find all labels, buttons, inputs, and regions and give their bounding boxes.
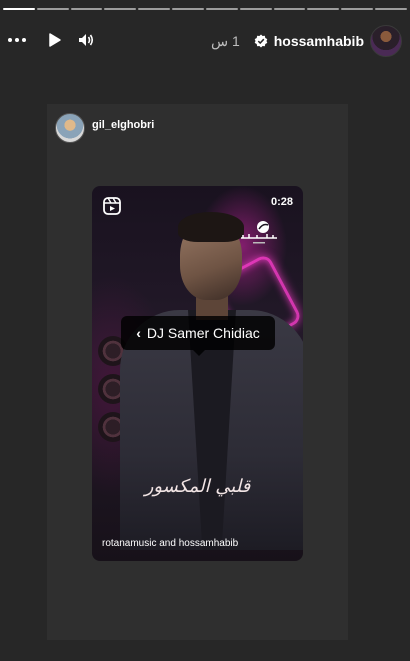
progress-segment <box>138 8 171 10</box>
author-avatar[interactable] <box>370 25 402 57</box>
progress-segment <box>273 8 306 10</box>
volume-button[interactable] <box>75 29 97 51</box>
progress-segment <box>341 8 374 10</box>
tagged-user: DJ Samer Chidiac <box>146 325 260 341</box>
rotana-logo-icon <box>241 221 277 244</box>
play-button[interactable] <box>43 29 65 51</box>
sharer-avatar[interactable] <box>55 113 85 143</box>
chevron-left-icon: ‹ <box>136 325 141 341</box>
sharer-row[interactable]: gil_elghobri <box>55 113 154 143</box>
user-tag[interactable]: ‹ DJ Samer Chidiac <box>121 316 275 356</box>
reel-credits: rotanamusic and hossamhabib <box>102 538 239 549</box>
progress-segment <box>3 8 35 10</box>
shared-post-card[interactable]: gil_elghobri 0:28 ‹ DJ Samer Chidiac قلب… <box>47 104 348 640</box>
progress-segment <box>205 8 238 10</box>
time-ago: 1 س <box>210 32 240 49</box>
more-options-button[interactable] <box>6 29 28 51</box>
progress-segment <box>104 8 137 10</box>
progress-segment <box>307 8 340 10</box>
verified-badge-icon <box>254 34 268 48</box>
volume-icon <box>79 34 94 46</box>
progress-segment <box>375 8 407 10</box>
progress-segment <box>239 8 272 10</box>
story-author: 1 س hossamhabib <box>211 24 402 58</box>
story-progress <box>3 8 407 11</box>
reel-preview[interactable]: 0:28 ‹ DJ Samer Chidiac قلبي المكسور rot… <box>92 186 303 561</box>
play-icon <box>49 33 61 47</box>
author-username[interactable]: hossamhabib <box>274 33 364 49</box>
reels-icon <box>103 197 121 215</box>
song-title: قلبي المكسور <box>144 476 251 497</box>
progress-segment <box>36 8 69 10</box>
sharer-username[interactable]: gil_elghobri <box>92 119 154 131</box>
progress-segment <box>70 8 103 10</box>
progress-segment <box>172 8 204 10</box>
reel-duration: 0:28 <box>270 196 293 208</box>
story-header: 1 س hossamhabib <box>0 22 410 58</box>
